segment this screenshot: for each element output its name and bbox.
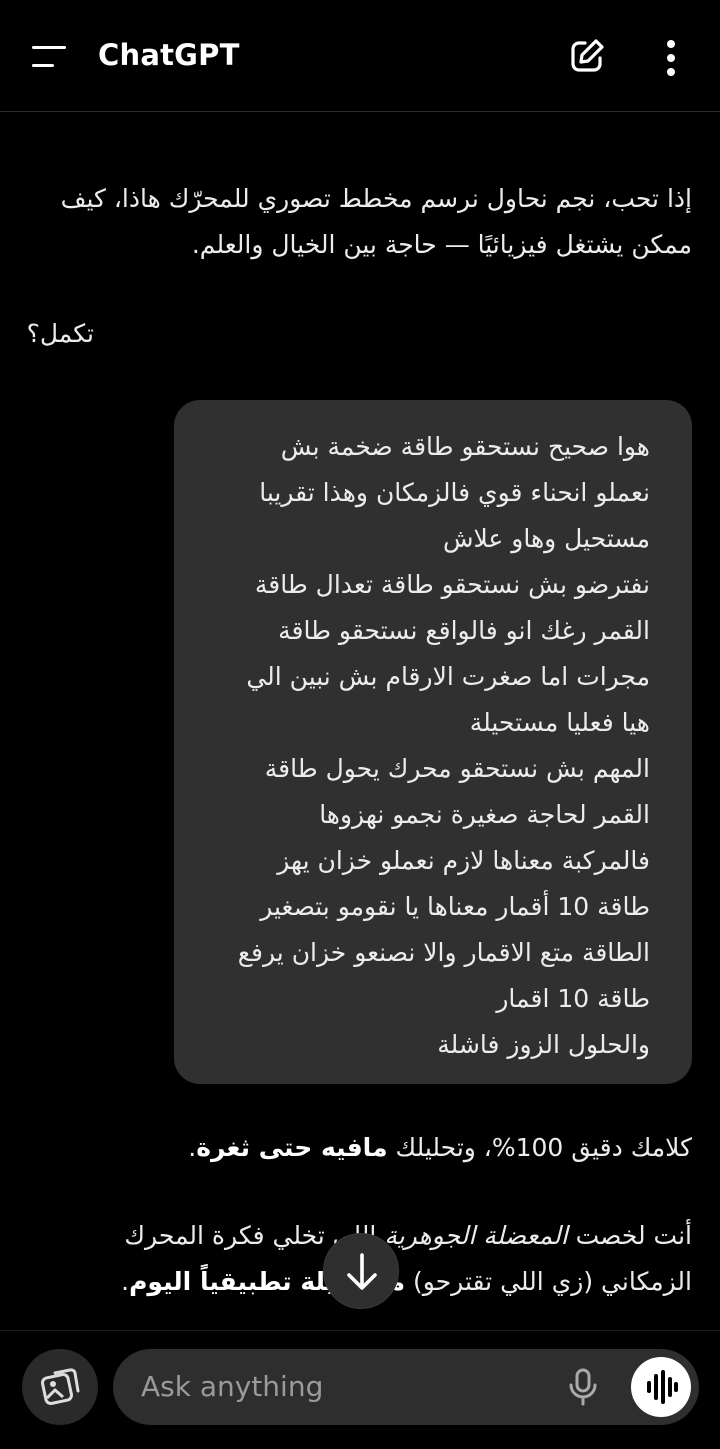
tools-button[interactable] (22, 1349, 98, 1425)
voice-mode-button[interactable] (631, 1357, 691, 1417)
user-message-line: والحلول الزوز فاشلة (437, 1030, 650, 1059)
user-message-bubble: هوا صحيح نستحقو طاقة ضخمة بش نعملو انحنا… (174, 400, 692, 1084)
reply-text: كلامك دقيق 100%، وتحليلك (387, 1133, 693, 1162)
user-message-line: القمر لحاجة صغيرة نجمو نهزوها (319, 800, 650, 829)
user-message-line: نفترضو بش نستحقو طاقة تعدال طاقة (254, 570, 650, 599)
user-message-line: المهم بش نستحقو محرك يحول طاقة (264, 754, 650, 783)
assistant-reply-intro: كلامك دقيق 100%، وتحليلك مافيه حتى ثغرة. (32, 1125, 692, 1171)
chat-thread[interactable]: إذا تحب، نجم نحاول نرسم مخطط تصوري للمحر… (0, 113, 720, 1329)
message-input-container: Ask anything (113, 1349, 699, 1425)
arrow-down-icon (347, 1253, 377, 1290)
app-title: ChatGPT (98, 38, 240, 72)
user-message-line: طاقة 10 اقمار (496, 984, 650, 1013)
new-chat-icon[interactable] (568, 37, 606, 75)
mic-icon[interactable] (563, 1367, 603, 1407)
user-message-line: مجرات اما صغرت الارقام بش نبين الي (246, 662, 650, 691)
reply-text: . (121, 1267, 130, 1296)
tools-icon (41, 1368, 80, 1405)
user-message-line: هوا صحيح نستحقو طاقة ضخمة بش (280, 432, 650, 461)
user-message-line: نعملو انحناء قوي فالزمكان وهذا تقريبا (259, 478, 650, 507)
user-message-line: هيا فعليا مستحيلة (469, 708, 650, 737)
user-message-line: القمر رغك انو فالواقع نستحقو طاقة (278, 616, 650, 645)
assistant-question: تكمل؟ (26, 319, 94, 348)
user-message-line: الطاقة متع الاقمار والا نصنعو خزان يرفع (237, 938, 650, 967)
assistant-message-text: إذا تحب، نجم نحاول نرسم مخطط تصوري للمحر… (60, 184, 692, 259)
reply-text: أنت لخصت (567, 1221, 692, 1250)
message-input[interactable]: Ask anything (141, 1349, 541, 1425)
reply-bold-text: مافيه حتى ثغرة (196, 1133, 388, 1162)
voice-mode-icon (647, 1370, 678, 1404)
user-message-line: مستحيل وهاو علاش (442, 524, 650, 553)
scroll-to-bottom-button[interactable] (323, 1233, 399, 1309)
composer-bar: Ask anything (0, 1330, 720, 1449)
more-vertical-icon[interactable] (658, 38, 684, 78)
user-message-line: طاقة 10 أقمار معناها يا نقومو بتصغير (260, 892, 650, 921)
menu-icon[interactable] (32, 44, 66, 70)
top-bar: ChatGPT (0, 0, 720, 112)
user-message-line: فالمركبة معناها لازم نعملو خزان يهز (277, 846, 650, 875)
reply-italic-text: المعضلة الجوهرية (384, 1221, 568, 1250)
